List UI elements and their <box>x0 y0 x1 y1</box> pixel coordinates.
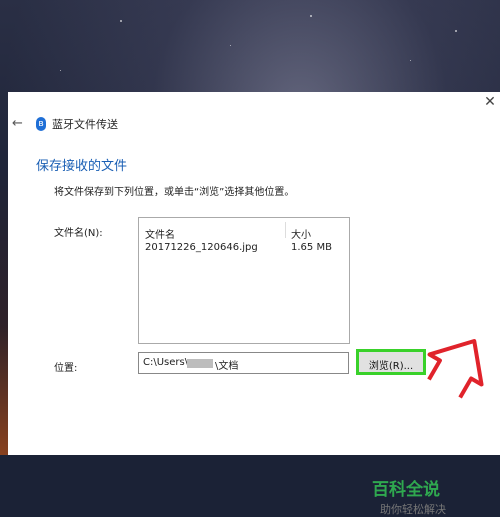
title-bar: ← ʙ 蓝牙文件传送 <box>8 112 500 140</box>
filename-label: 文件名(N): <box>54 228 103 239</box>
column-header-name[interactable]: 文件名 <box>145 226 175 241</box>
close-icon[interactable]: ✕ <box>482 94 498 110</box>
instruction-text: 将文件保存到下列位置，或单击“浏览”选择其他位置。 <box>54 187 295 198</box>
file-row-name[interactable]: 20171226_120646.jpg <box>145 242 258 253</box>
star <box>455 30 457 32</box>
location-path-prefix: C:\Users\ <box>143 357 189 368</box>
page-heading: 保存接收的文件 <box>36 159 128 174</box>
location-field[interactable]: C:\Users\ \文档 <box>138 352 349 374</box>
star <box>310 15 312 17</box>
star <box>120 20 122 22</box>
browse-button[interactable]: 浏览(R)... <box>356 349 426 375</box>
watermark-logo-text: 百科全说 <box>372 480 440 500</box>
watermark-slogan: 助你轻松解决 <box>380 503 446 516</box>
location-path-suffix: \文档 <box>215 361 239 372</box>
redacted-username <box>187 359 213 368</box>
bluetooth-icon: ʙ <box>36 117 46 131</box>
location-label: 位置: <box>54 363 78 374</box>
pointer-arrow-icon <box>427 339 484 399</box>
star <box>410 60 411 61</box>
file-list[interactable]: 文件名 大小 20171226_120646.jpg 1.65 MB <box>138 217 350 344</box>
file-row-size: 1.65 MB <box>291 242 332 253</box>
column-header-size[interactable]: 大小 <box>291 226 311 241</box>
window-title: 蓝牙文件传送 <box>52 118 118 131</box>
star <box>230 45 231 46</box>
browse-button-label: 浏览(R)... <box>368 361 414 372</box>
back-arrow-icon[interactable]: ← <box>12 116 28 132</box>
star <box>60 70 61 71</box>
bluetooth-transfer-dialog: ✕ ← ʙ 蓝牙文件传送 保存接收的文件 将文件保存到下列位置，或单击“浏览”选… <box>8 92 500 516</box>
column-separator <box>285 222 286 238</box>
